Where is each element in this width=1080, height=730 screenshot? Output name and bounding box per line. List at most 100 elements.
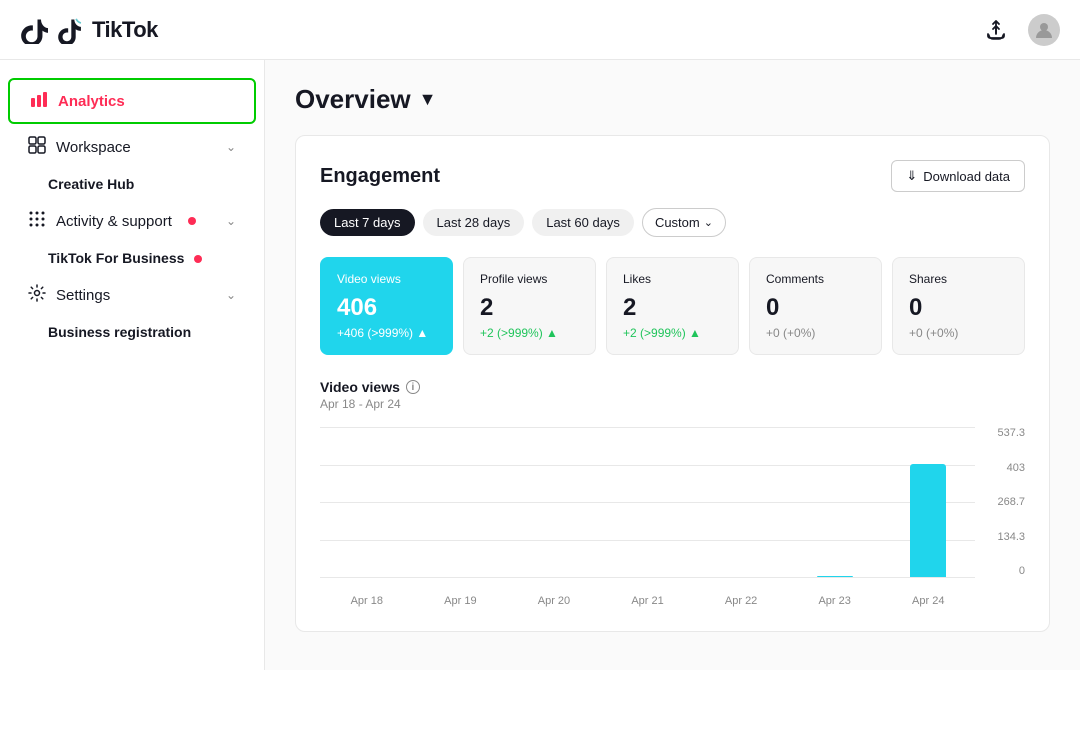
metric-card-profile-views: Profile views 2 +2 (>999%) ▲	[463, 257, 596, 355]
chevron-down-icon-2: ⌄	[226, 214, 236, 228]
metric-label: Comments	[766, 272, 865, 286]
bar-chart-icon	[30, 90, 48, 112]
chart-x-label: Apr 18	[320, 595, 414, 607]
tiktok-icon	[56, 16, 84, 44]
tiktok-logo-icon	[20, 16, 48, 44]
activity-support-dot	[188, 217, 196, 225]
metric-card-likes: Likes 2 +2 (>999%) ▲	[606, 257, 739, 355]
chart-subtitle: Apr 18 - Apr 24	[320, 397, 1025, 411]
chevron-down-icon-custom: ⌄	[704, 216, 713, 229]
custom-label: Custom	[655, 215, 700, 230]
grid-line	[320, 577, 975, 578]
metrics-row: Video views 406 +406 (>999%) ▲ Profile view…	[320, 257, 1025, 355]
metric-change: +0 (+0%)	[766, 326, 865, 340]
chart-section: Video views i Apr 18 - Apr 24 537.3 403 26…	[320, 379, 1025, 607]
main-content: Overview ▼ Engagement ⇓ Download data La…	[265, 60, 1080, 670]
chart-bar-wrap	[601, 427, 695, 577]
metric-value: 0	[766, 294, 865, 322]
chart-x-label: Apr 19	[414, 595, 508, 607]
chart-y-label: 268.7	[997, 496, 1025, 508]
sidebar-item-creative-hub-label: Creative Hub	[48, 176, 134, 192]
sidebar-item-business-registration[interactable]: Business registration	[0, 318, 264, 346]
gear-icon	[28, 284, 46, 306]
date-tab-custom[interactable]: Custom ⌄	[642, 208, 726, 237]
metric-value: 0	[909, 294, 1008, 322]
grid-dots-icon	[28, 210, 46, 232]
chart-title-text: Video views	[320, 379, 400, 395]
engagement-card: Engagement ⇓ Download data Last 7 days L…	[295, 135, 1050, 632]
sidebar-item-activity-support[interactable]: Activity & support ⌄	[8, 200, 256, 242]
layout: Analytics Workspace ⌄ Creative Hub	[0, 60, 1080, 670]
app-name: TikTok	[92, 17, 158, 43]
upload-icon[interactable]	[980, 14, 1012, 46]
metric-label: Profile views	[480, 272, 579, 286]
sidebar-item-creative-hub[interactable]: Creative Hub	[0, 170, 264, 198]
metric-card-shares: Shares 0 +0 (+0%)	[892, 257, 1025, 355]
sidebar-item-tiktok-for-business-label: TikTok For Business	[48, 250, 184, 266]
download-data-button[interactable]: ⇓ Download data	[891, 160, 1025, 192]
page-title-dropdown-icon[interactable]: ▼	[419, 89, 437, 110]
chart-x-label: Apr 22	[694, 595, 788, 607]
chart-bars	[320, 427, 975, 577]
card-header: Engagement ⇓ Download data	[320, 160, 1025, 192]
chart-x-labels: Apr 18Apr 19Apr 20Apr 21Apr 22Apr 23Apr …	[320, 595, 975, 607]
date-tab-60days[interactable]: Last 60 days	[532, 209, 634, 236]
chart-x-label: Apr 20	[507, 595, 601, 607]
chart-x-label: Apr 24	[881, 595, 975, 607]
chart-bar-wrap	[881, 427, 975, 577]
sidebar-item-settings-label: Settings	[56, 287, 110, 304]
sidebar-item-workspace-label: Workspace	[56, 139, 131, 156]
chart-bar-wrap	[507, 427, 601, 577]
metric-change: +2 (>999%) ▲	[480, 326, 579, 340]
chart-y-label: 134.3	[997, 531, 1025, 543]
chart-bar-wrap	[320, 427, 414, 577]
page-title-text: Overview	[295, 84, 411, 115]
metric-change: +2 (>999%) ▲	[623, 326, 722, 340]
chart-area: 537.3403268.7134.30Apr 18Apr 19Apr 20Apr…	[320, 427, 1025, 607]
sidebar-item-activity-support-label: Activity & support	[56, 213, 172, 230]
chart-y-label: 403	[1007, 462, 1025, 474]
grid-icon	[28, 136, 46, 158]
sidebar-item-settings[interactable]: Settings ⌄	[8, 274, 256, 316]
metric-value: 2	[480, 294, 579, 322]
chart-x-label: Apr 21	[601, 595, 695, 607]
metric-value: 2	[623, 294, 722, 322]
tiktok-for-business-dot	[194, 255, 202, 263]
chart-bar-wrap	[414, 427, 508, 577]
date-tab-28days[interactable]: Last 28 days	[423, 209, 525, 236]
avatar[interactable]	[1028, 14, 1060, 46]
page-title: Overview ▼	[295, 84, 1050, 115]
card-title: Engagement	[320, 165, 440, 188]
metric-value: 406	[337, 294, 436, 322]
sidebar-item-business-registration-label: Business registration	[48, 324, 191, 340]
chart-bar	[910, 464, 946, 577]
sidebar: Analytics Workspace ⌄ Creative Hub	[0, 60, 265, 670]
download-btn-label: Download data	[923, 169, 1010, 184]
logo[interactable]: TikTok	[20, 16, 158, 44]
chart-y-label: 537.3	[997, 427, 1025, 439]
sidebar-item-workspace[interactable]: Workspace ⌄	[8, 126, 256, 168]
chart-y-labels: 537.3 403 268.7 134.3 0	[980, 427, 1025, 577]
chart-bar-wrap	[694, 427, 788, 577]
download-icon: ⇓	[906, 168, 917, 184]
header: TikTok	[0, 0, 1080, 60]
metric-label: Shares	[909, 272, 1008, 286]
metric-label: Video views	[337, 272, 436, 286]
chart-y-label: 0	[1019, 565, 1025, 577]
metric-change: +0 (+0%)	[909, 326, 1008, 340]
chevron-down-icon-3: ⌄	[226, 288, 236, 302]
chart-x-label: Apr 23	[788, 595, 882, 607]
chevron-down-icon: ⌄	[226, 140, 236, 154]
date-tabs: Last 7 days Last 28 days Last 60 days Cu…	[320, 208, 1025, 237]
sidebar-item-tiktok-for-business[interactable]: TikTok For Business	[0, 244, 264, 272]
sidebar-item-analytics-label: Analytics	[58, 93, 125, 110]
chart-bar	[817, 576, 853, 577]
chart-title: Video views i	[320, 379, 1025, 395]
info-icon[interactable]: i	[406, 380, 420, 394]
metric-change: +406 (>999%) ▲	[337, 326, 436, 340]
sidebar-item-analytics[interactable]: Analytics	[8, 78, 256, 124]
header-actions	[980, 14, 1060, 46]
date-tab-7days[interactable]: Last 7 days	[320, 209, 415, 236]
metric-card-comments: Comments 0 +0 (+0%)	[749, 257, 882, 355]
metric-label: Likes	[623, 272, 722, 286]
